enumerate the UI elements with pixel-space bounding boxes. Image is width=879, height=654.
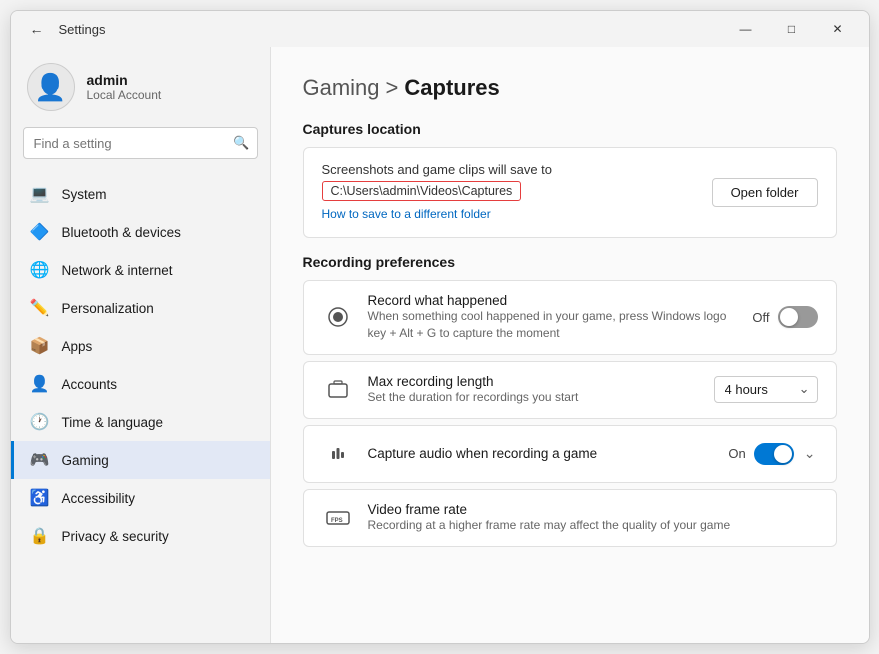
- titlebar-controls: — □ ✕: [723, 13, 861, 45]
- main-content: 👤 admin Local Account 🔍 💻 System 🔷: [11, 47, 869, 643]
- pref-row-video-frame-rate: FPS Video frame rate Recording at a high…: [303, 489, 837, 547]
- sidebar-label-time: Time & language: [62, 415, 164, 430]
- pref-title-record: Record what happened: [368, 293, 739, 308]
- pref-control-max-recording: 30 minutes 1 hour 2 hours 4 hours 6 hour…: [714, 376, 818, 403]
- pref-text-record: Record what happened When something cool…: [368, 293, 739, 342]
- pref-text-video-frame-rate: Video frame rate Recording at a higher f…: [368, 502, 818, 534]
- sidebar: 👤 admin Local Account 🔍 💻 System 🔷: [11, 47, 271, 643]
- pref-label-record: Off: [752, 310, 769, 325]
- nav-list: 💻 System 🔷 Bluetooth & devices 🌐 Network…: [11, 171, 270, 559]
- captures-change-link[interactable]: How to save to a different folder: [322, 207, 491, 221]
- toggle-knob-record: [780, 308, 798, 326]
- user-name: admin: [87, 72, 162, 88]
- recording-prefs-title: Recording preferences: [303, 254, 837, 270]
- system-icon: 💻: [30, 184, 50, 204]
- maximize-button[interactable]: □: [769, 13, 815, 45]
- avatar: 👤: [27, 63, 75, 111]
- right-panel: Gaming > Captures Captures location Scre…: [271, 47, 869, 643]
- sidebar-item-gaming[interactable]: 🎮 Gaming: [11, 441, 270, 479]
- time-icon: 🕐: [30, 412, 50, 432]
- pref-title-max-recording: Max recording length: [368, 374, 700, 389]
- back-button[interactable]: ←: [23, 15, 51, 43]
- open-folder-button[interactable]: Open folder: [712, 178, 818, 207]
- sidebar-label-personalization: Personalization: [62, 301, 154, 316]
- minimize-button[interactable]: —: [723, 13, 769, 45]
- sidebar-item-privacy[interactable]: 🔒 Privacy & security: [11, 517, 270, 555]
- pref-row-capture-audio: Capture audio when recording a game On ⌄: [303, 425, 837, 483]
- sidebar-item-personalization[interactable]: ✏️ Personalization: [11, 289, 270, 327]
- record-icon: [322, 301, 354, 333]
- sidebar-item-system[interactable]: 💻 System: [11, 175, 270, 213]
- sidebar-item-time[interactable]: 🕐 Time & language: [11, 403, 270, 441]
- close-button[interactable]: ✕: [815, 13, 861, 45]
- captures-path: C:\Users\admin\Videos\Captures: [322, 181, 522, 201]
- sidebar-label-gaming: Gaming: [62, 453, 109, 468]
- search-input[interactable]: [23, 127, 258, 159]
- titlebar-left: ← Settings: [23, 15, 106, 43]
- captures-location-left: Screenshots and game clips will save to …: [322, 162, 553, 223]
- capture-audio-expand-button[interactable]: ⌄: [802, 443, 818, 464]
- pref-desc-video-frame-rate: Recording at a higher frame rate may aff…: [368, 517, 818, 534]
- pref-text-capture-audio: Capture audio when recording a game: [368, 446, 715, 461]
- breadcrumb-parent: Gaming: [303, 75, 380, 101]
- sidebar-label-apps: Apps: [62, 339, 93, 354]
- user-profile: 👤 admin Local Account: [11, 47, 270, 123]
- recording-length-dropdown[interactable]: 30 minutes 1 hour 2 hours 4 hours 6 hour…: [714, 376, 818, 403]
- avatar-icon: 👤: [34, 72, 66, 103]
- video-frame-rate-icon: FPS: [322, 502, 354, 534]
- sidebar-label-accessibility: Accessibility: [62, 491, 136, 506]
- sidebar-item-bluetooth[interactable]: 🔷 Bluetooth & devices: [11, 213, 270, 251]
- sidebar-label-privacy: Privacy & security: [62, 529, 169, 544]
- privacy-icon: 🔒: [30, 526, 50, 546]
- captures-location-card: Screenshots and game clips will save to …: [303, 147, 837, 238]
- sidebar-item-accessibility[interactable]: ♿ Accessibility: [11, 479, 270, 517]
- breadcrumb: Gaming > Captures: [303, 75, 837, 101]
- personalization-icon: ✏️: [30, 298, 50, 318]
- pref-desc-record: When something cool happened in your gam…: [368, 308, 739, 342]
- sidebar-label-system: System: [62, 187, 107, 202]
- titlebar: ← Settings — □ ✕: [11, 11, 869, 47]
- sidebar-label-network: Network & internet: [62, 263, 173, 278]
- bluetooth-icon: 🔷: [30, 222, 50, 242]
- apps-icon: 📦: [30, 336, 50, 356]
- window-title: Settings: [59, 22, 106, 37]
- pref-title-capture-audio: Capture audio when recording a game: [368, 446, 715, 461]
- captures-location-title: Captures location: [303, 121, 837, 137]
- toggle-capture-audio[interactable]: [754, 443, 794, 465]
- captures-save-label: Screenshots and game clips will save to: [322, 162, 553, 177]
- search-icon: 🔍: [233, 135, 249, 151]
- sidebar-label-bluetooth: Bluetooth & devices: [62, 225, 181, 240]
- sidebar-label-accounts: Accounts: [62, 377, 118, 392]
- breadcrumb-separator: >: [386, 75, 399, 101]
- sidebar-item-apps[interactable]: 📦 Apps: [11, 327, 270, 365]
- toggle-knob-audio: [774, 445, 792, 463]
- recording-length-dropdown-wrap: 30 minutes 1 hour 2 hours 4 hours 6 hour…: [714, 376, 818, 403]
- toggle-slider-record: [778, 306, 818, 328]
- sidebar-item-network[interactable]: 🌐 Network & internet: [11, 251, 270, 289]
- pref-text-max-recording: Max recording length Set the duration fo…: [368, 374, 700, 406]
- pref-row-max-recording: Max recording length Set the duration fo…: [303, 361, 837, 419]
- svg-text:FPS: FPS: [331, 518, 343, 524]
- recording-length-icon: [322, 374, 354, 406]
- pref-control-capture-audio: On ⌄: [728, 443, 817, 465]
- user-info: admin Local Account: [87, 72, 162, 102]
- accessibility-icon: ♿: [30, 488, 50, 508]
- pref-row-record-what-happened: Record what happened When something cool…: [303, 280, 837, 355]
- pref-desc-max-recording: Set the duration for recordings you star…: [368, 389, 700, 406]
- pref-title-video-frame-rate: Video frame rate: [368, 502, 818, 517]
- toggle-record[interactable]: [778, 306, 818, 328]
- sidebar-item-accounts[interactable]: 👤 Accounts: [11, 365, 270, 403]
- pref-control-record: Off: [752, 306, 817, 328]
- toggle-slider-audio: [754, 443, 794, 465]
- search-box: 🔍: [23, 127, 258, 159]
- breadcrumb-current: Captures: [404, 75, 499, 101]
- user-account-type: Local Account: [87, 88, 162, 102]
- settings-window: ← Settings — □ ✕ 👤 admin Local Account: [10, 10, 870, 644]
- capture-audio-icon: [322, 438, 354, 470]
- gaming-icon: 🎮: [30, 450, 50, 470]
- accounts-icon: 👤: [30, 374, 50, 394]
- network-icon: 🌐: [30, 260, 50, 280]
- pref-label-capture-audio: On: [728, 446, 745, 461]
